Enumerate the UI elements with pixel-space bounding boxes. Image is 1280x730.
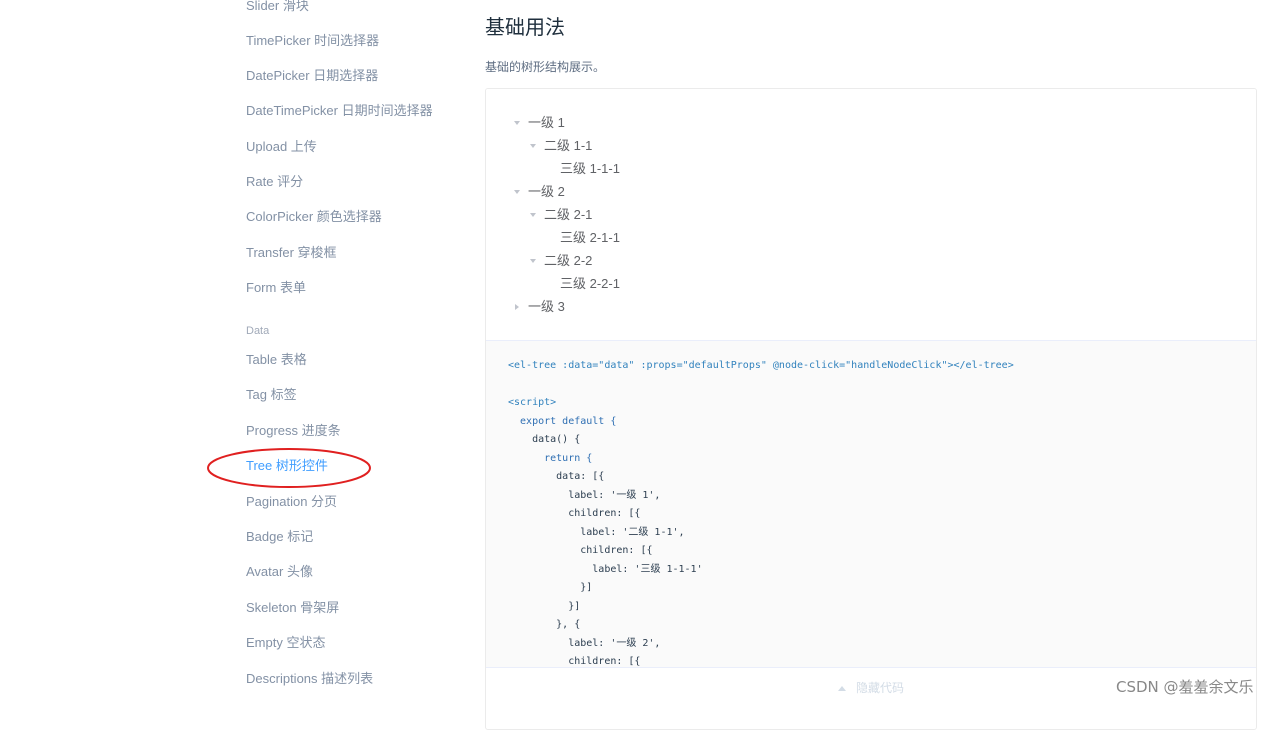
sidebar-item-skeleton[interactable]: Skeleton 骨架屏 [246,598,339,618]
tree-node[interactable]: 二级 2-1 [530,205,592,225]
code-line: label: '一级 1', [508,490,661,501]
code-line: children: [{ [508,508,641,519]
caret-up-icon [837,686,846,692]
code-line: }] [508,582,593,593]
code-line: label: '三级 1-1-1' [508,564,703,575]
sidebar-item-avatar[interactable]: Avatar 头像 [246,562,313,582]
sidebar-item-colorpicker[interactable]: ColorPicker 颜色选择器 [246,207,382,227]
sidebar-item-empty[interactable]: Empty 空状态 [246,633,325,653]
page-title: 基础用法 [485,17,565,39]
tree-node[interactable]: 一级 1 [514,113,565,133]
code-line: }] [508,601,581,612]
tree-demo: 一级 1 二级 1-1 三级 1-1-1 一级 2 二级 2-1 三级 2-1-… [486,89,1256,339]
tree-node[interactable]: 二级 2-2 [530,251,592,271]
demo-block: 一级 1 二级 1-1 三级 1-1-1 一级 2 二级 2-1 三级 2-1-… [485,88,1257,730]
caret-down-icon[interactable] [530,258,536,263]
code-line: <el-tree :data="data" :props="defaultPro… [508,360,1014,371]
tree-node[interactable]: 一级 2 [514,182,565,202]
caret-down-icon[interactable] [514,120,520,125]
code-block: <el-tree :data="data" :props="defaultPro… [486,340,1256,668]
sidebar-item-upload[interactable]: Upload 上传 [246,137,317,157]
code-line: children: [{ [508,545,653,556]
tree-node[interactable]: 三级 1-1-1 [546,159,620,179]
code-line: label: '一级 2', [508,638,661,649]
code-line: data() { [508,434,581,445]
caret-right-icon[interactable] [515,303,519,310]
sidebar-item-datepicker[interactable]: DatePicker 日期选择器 [246,66,378,86]
sidebar-group-data: Data [246,325,270,337]
code-line: <script> [508,397,557,408]
tree-node[interactable]: 二级 1-1 [530,136,592,156]
sidebar-item-descriptions[interactable]: Descriptions 描述列表 [246,669,373,689]
tree-node[interactable]: 三级 2-2-1 [546,274,620,294]
tree-node[interactable]: 一级 3 [514,297,565,317]
page-description: 基础的树形结构展示。 [485,60,606,74]
sidebar-item-timepicker[interactable]: TimePicker 时间选择器 [246,31,379,51]
sidebar-item-tree[interactable]: Tree 树形控件 [246,456,328,476]
sidebar-item-progress[interactable]: Progress 进度条 [246,421,341,441]
sidebar-item-form[interactable]: Form 表单 [246,278,306,298]
sidebar-item-tag[interactable]: Tag 标签 [246,385,297,405]
sidebar-item-rate[interactable]: Rate 评分 [246,172,303,192]
sidebar-item-table[interactable]: Table 表格 [246,350,307,370]
code-line: data: [{ [508,471,605,482]
caret-down-icon[interactable] [530,212,536,217]
code-line: return { [508,453,593,464]
sidebar-nav: Slider 滑块 TimePicker 时间选择器 DatePicker 日期… [0,0,470,703]
code-line: }, { [508,619,581,630]
sidebar-item-transfer[interactable]: Transfer 穿梭框 [246,243,337,263]
caret-down-icon[interactable] [514,189,520,194]
caret-down-icon[interactable] [530,143,536,148]
sidebar-item-slider[interactable]: Slider 滑块 [246,0,309,16]
watermark: CSDN @羞羞余文乐 [1116,678,1254,696]
code-line: export default { [508,416,617,427]
tree-node[interactable]: 三级 2-1-1 [546,228,620,248]
sidebar-item-badge[interactable]: Badge 标记 [246,527,313,547]
sidebar-item-datetimepicker[interactable]: DateTimePicker 日期时间选择器 [246,101,433,121]
code-line: label: '二级 1-1', [508,527,685,538]
sidebar-item-pagination[interactable]: Pagination 分页 [246,492,337,512]
